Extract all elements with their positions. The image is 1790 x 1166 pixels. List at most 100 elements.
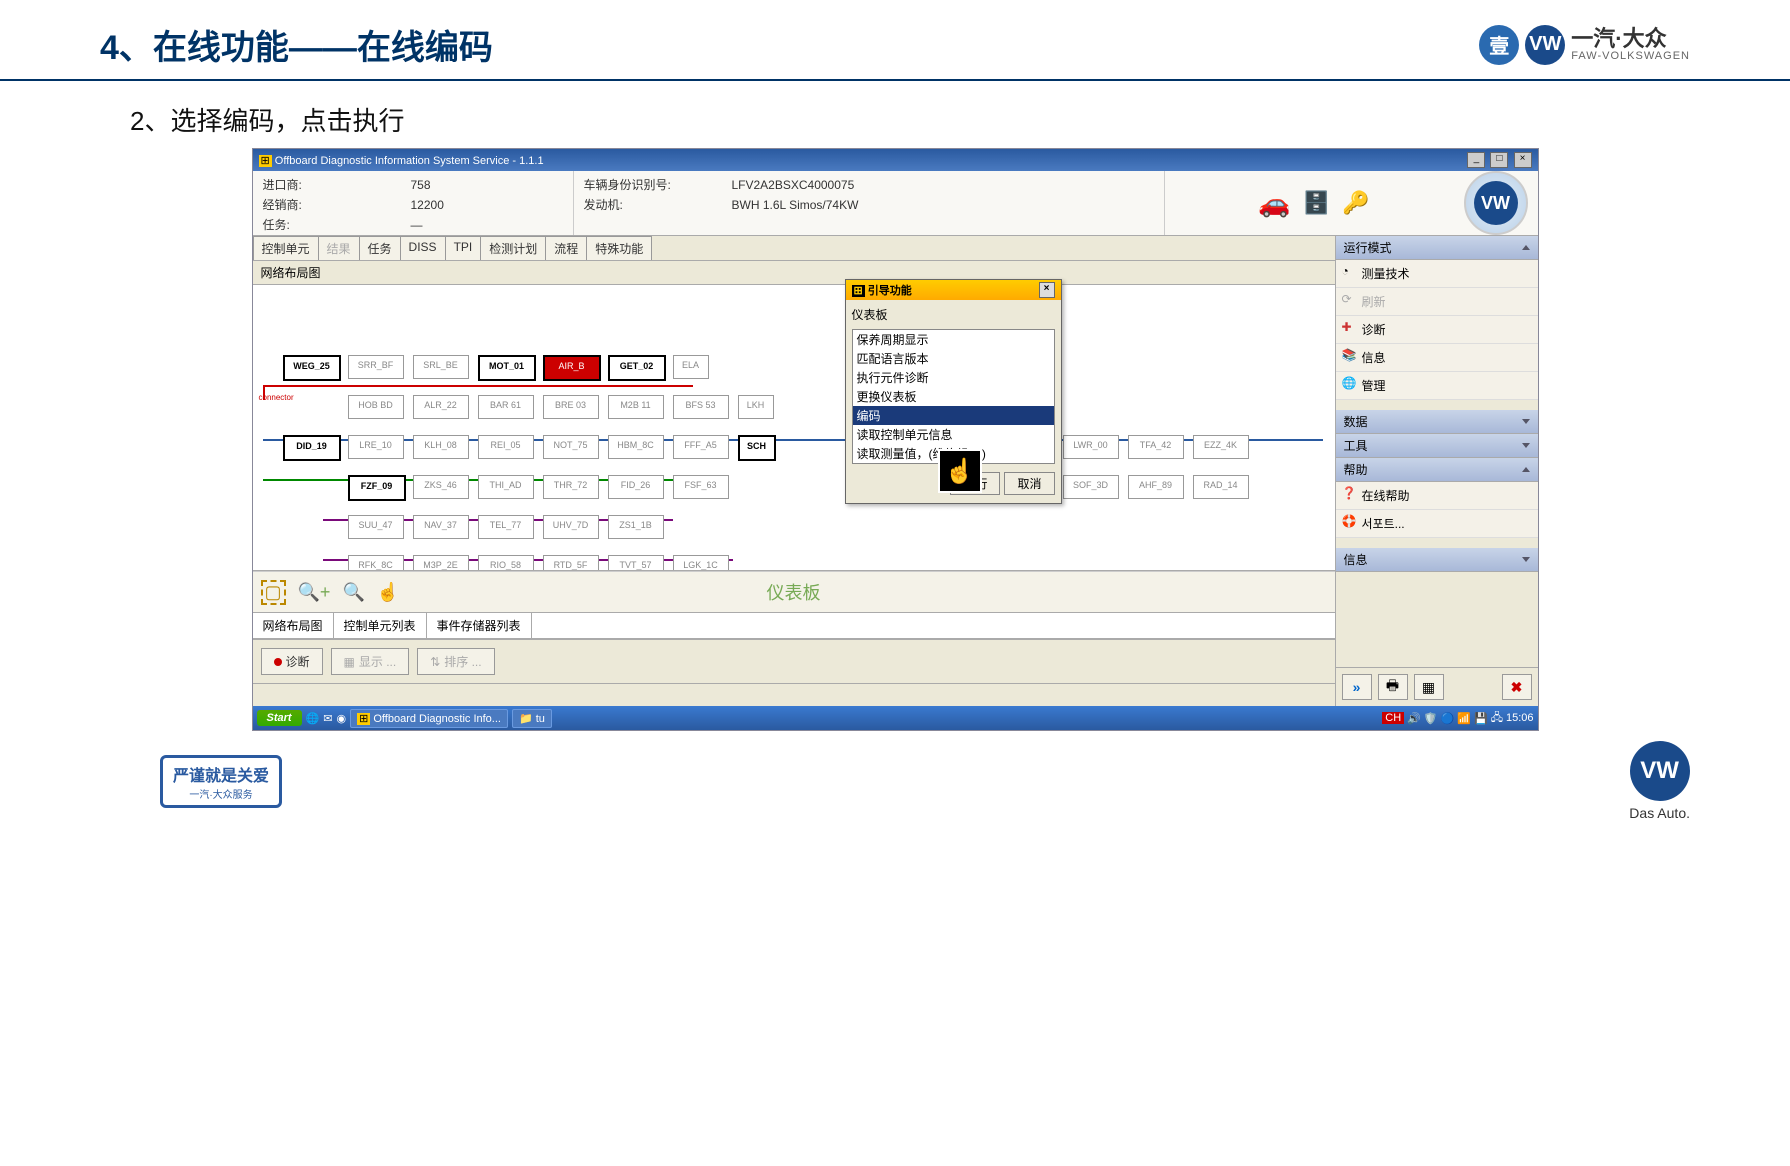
node[interactable]: AIR_B [543, 355, 601, 381]
list-item[interactable]: 执行元件诊断 [853, 368, 1054, 387]
tray-icon[interactable]: 🛡️ [1424, 712, 1438, 725]
quicklaunch-mail-icon[interactable]: ✉ [323, 712, 332, 725]
node[interactable]: RFK_8C [348, 555, 404, 571]
sidebar-item-info[interactable]: 📚信息 [1336, 344, 1538, 372]
node[interactable]: FZF_09 [348, 475, 406, 501]
taskbar-folder-button[interactable]: 📁 tu [512, 709, 552, 728]
cancel-button[interactable]: 取消 [1004, 472, 1054, 495]
list-item-selected[interactable]: 编码 [853, 406, 1054, 425]
tab-tpi[interactable]: TPI [445, 236, 482, 260]
sort-button[interactable]: ⇅排序 ... [417, 648, 494, 675]
node[interactable]: FFF_A5 [673, 435, 729, 459]
list-item[interactable]: 读取控制单元信息 [853, 425, 1054, 444]
node[interactable]: THR_72 [543, 475, 599, 499]
tab-diss[interactable]: DISS [400, 236, 446, 260]
node[interactable]: SRR_BF [348, 355, 404, 379]
close-button[interactable]: × [1514, 152, 1532, 168]
tray-icon[interactable]: 🔵 [1441, 712, 1455, 725]
list-item[interactable]: 保养周期显示 [853, 330, 1054, 349]
data-header[interactable]: 数据 [1336, 410, 1538, 434]
node[interactable]: SRL_BE [413, 355, 469, 379]
maximize-button[interactable]: □ [1490, 152, 1508, 168]
list-item[interactable]: 更换仪表板 [853, 387, 1054, 406]
tab-flow[interactable]: 流程 [545, 236, 587, 260]
node[interactable]: SCH [738, 435, 776, 461]
node[interactable]: UHV_7D [543, 515, 599, 539]
dialog-list[interactable]: 保养周期显示 匹配语言版本 执行元件诊断 更换仪表板 编码 读取控制单元信息 读… [852, 329, 1055, 464]
node[interactable]: BAR 61 [478, 395, 534, 419]
node[interactable]: RTD_5F [543, 555, 599, 571]
tab-results[interactable]: 结果 [318, 236, 360, 260]
node[interactable]: FID_26 [608, 475, 664, 499]
sidebar-item-online-help[interactable]: ❓在线帮助 [1336, 482, 1538, 510]
tools-header[interactable]: 工具 [1336, 434, 1538, 458]
mode-header[interactable]: 运行模式 [1336, 236, 1538, 260]
node[interactable]: TFA_42 [1128, 435, 1184, 459]
sidebar-item-refresh[interactable]: ⟳刷新 [1336, 288, 1538, 316]
btab-network[interactable]: 网络布局图 [253, 613, 334, 638]
node[interactable]: ELA [673, 355, 709, 379]
dialog-close-button[interactable]: × [1039, 282, 1055, 298]
tab-special[interactable]: 特殊功能 [586, 236, 652, 260]
node[interactable]: LRE_10 [348, 435, 404, 459]
collapse-button[interactable]: » [1342, 674, 1372, 700]
sidebar-item-admin[interactable]: 🌐管理 [1336, 372, 1538, 400]
node[interactable]: FSF_63 [673, 475, 729, 499]
node[interactable]: ALR_22 [413, 395, 469, 419]
node[interactable]: BFS 53 [673, 395, 729, 419]
node[interactable]: AHF_89 [1128, 475, 1184, 499]
help-header[interactable]: 帮助 [1336, 458, 1538, 482]
screenshot-button[interactable]: ▦ [1414, 674, 1444, 700]
node[interactable]: HOB BD [348, 395, 404, 419]
minimize-button[interactable]: _ [1467, 152, 1485, 168]
node[interactable]: THI_AD [478, 475, 534, 499]
tab-control-unit[interactable]: 控制单元 [253, 236, 319, 260]
node[interactable]: M3P_2E [413, 555, 469, 571]
tab-test-plan[interactable]: 检测计划 [480, 236, 546, 260]
print-button[interactable]: 🖶 [1378, 674, 1408, 700]
node[interactable]: NOT_75 [543, 435, 599, 459]
sidebar-item-support[interactable]: 🛟서포트... [1336, 510, 1538, 538]
btab-events[interactable]: 事件存储器列表 [427, 613, 532, 638]
diag-button[interactable]: 诊断 [261, 648, 323, 675]
node[interactable]: ZS1_1B [608, 515, 664, 539]
node[interactable]: RAD_14 [1193, 475, 1249, 499]
node[interactable]: RIO_58 [478, 555, 534, 571]
btab-unitlist[interactable]: 控制单元列表 [334, 613, 427, 638]
sidebar-item-diag[interactable]: ✚诊断 [1336, 316, 1538, 344]
tray-icon[interactable]: 🔊 [1407, 712, 1421, 725]
tray-icon[interactable]: 💾 [1474, 712, 1488, 725]
node[interactable]: NAV_37 [413, 515, 469, 539]
quicklaunch-media-icon[interactable]: ◉ [336, 712, 346, 725]
node[interactable]: TVT_57 [608, 555, 664, 571]
node[interactable]: LKH [738, 395, 774, 419]
tab-tasks[interactable]: 任务 [359, 236, 401, 260]
node[interactable]: MOT_01 [478, 355, 536, 381]
close-sidebar-button[interactable]: ✖ [1502, 674, 1532, 700]
start-button[interactable]: Start [257, 710, 302, 726]
list-item[interactable]: 匹配语言版本 [853, 349, 1054, 368]
tray-icon[interactable]: 📶 [1457, 712, 1471, 725]
node[interactable]: M2B 11 [608, 395, 664, 419]
tray-icon[interactable]: 🖧 [1491, 709, 1503, 728]
node[interactable]: TEL_77 [478, 515, 534, 539]
node[interactable]: ZKS_46 [413, 475, 469, 499]
info-header[interactable]: 信息 [1336, 548, 1538, 572]
node[interactable]: WEG_25 [283, 355, 341, 381]
taskbar-app-button[interactable]: ⊞ Offboard Diagnostic Info... [350, 709, 508, 728]
network-diagram[interactable]: connector WEG_25 SRR_BF SRL_BE MOT_01 AI… [253, 285, 1335, 571]
node[interactable]: LGK_1C [673, 555, 729, 571]
node[interactable]: SOF_3D [1063, 475, 1119, 499]
node[interactable]: BRE 03 [543, 395, 599, 419]
node[interactable]: EZZ_4K [1193, 435, 1249, 459]
node[interactable]: HBM_8C [608, 435, 664, 459]
node[interactable]: GET_02 [608, 355, 666, 381]
lang-indicator[interactable]: CH [1382, 712, 1404, 724]
node[interactable]: KLH_08 [413, 435, 469, 459]
node[interactable]: LWR_00 [1063, 435, 1119, 459]
sidebar-item-measure[interactable]: ◔测量技术 [1336, 260, 1538, 288]
node[interactable]: DID_19 [283, 435, 341, 461]
quicklaunch-ie-icon[interactable]: 🌐 [306, 712, 320, 725]
node[interactable]: REI_05 [478, 435, 534, 459]
display-button[interactable]: ▦显示 ... [331, 648, 410, 675]
